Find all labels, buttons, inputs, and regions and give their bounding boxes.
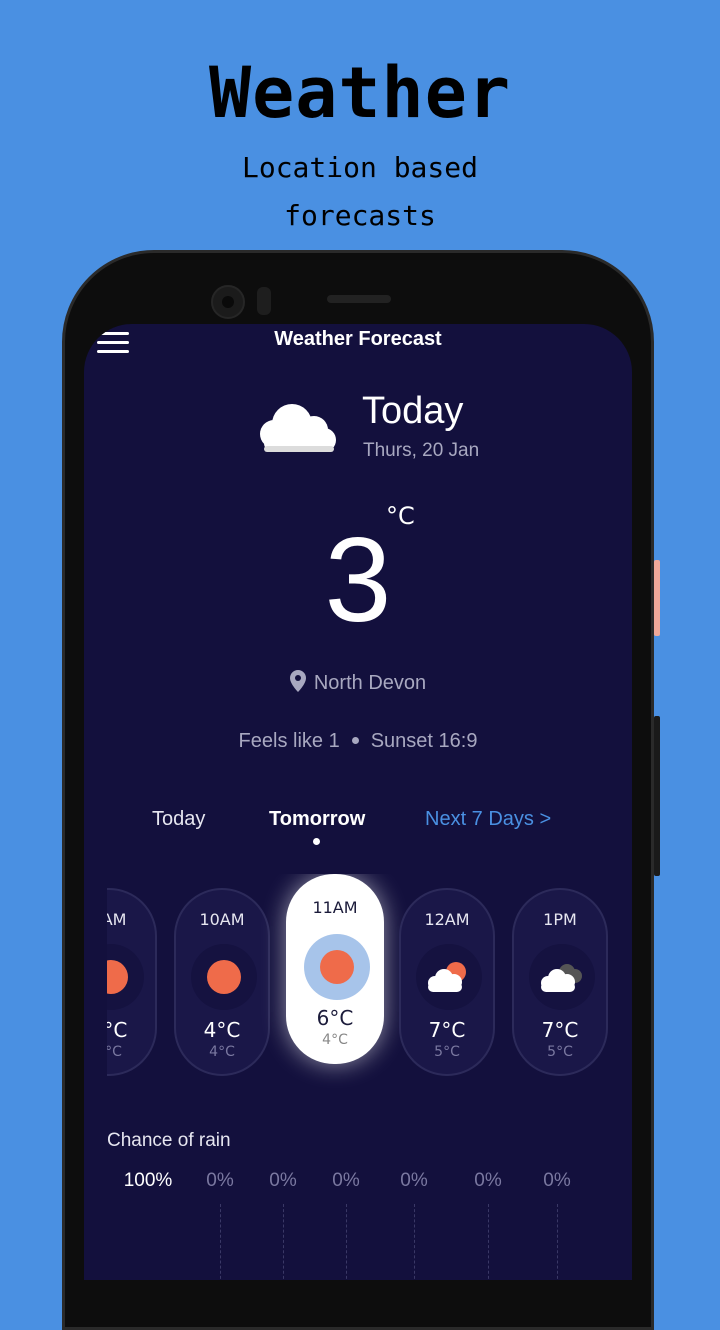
hour-temp: 4°C xyxy=(203,1018,241,1042)
chance-of-rain-title: Chance of rain xyxy=(107,1130,231,1151)
separator-dot xyxy=(351,737,359,744)
date-label: Thurs, 20 Jan xyxy=(363,440,480,461)
earpiece-speaker xyxy=(327,295,391,303)
hour-card[interactable]: 1PM 7°C 5°C xyxy=(512,888,608,1076)
rain-gridline xyxy=(557,1204,558,1280)
hour-temp: 5°C xyxy=(107,1018,128,1042)
hour-time: 1PM xyxy=(543,910,577,929)
sun-icon xyxy=(191,944,257,1010)
feels-like: Feels like 1 xyxy=(238,730,340,752)
hour-temp: 7°C xyxy=(541,1018,579,1042)
rain-gridline xyxy=(283,1204,284,1280)
rain-value: 100% xyxy=(123,1170,173,1191)
app-screen: Weather Forecast Today Thurs, 20 Jan 3 °… xyxy=(84,324,632,1280)
location-label: North Devon xyxy=(313,672,427,694)
hour-temp: 7°C xyxy=(428,1018,466,1042)
sun-icon xyxy=(107,944,144,1010)
current-temperature: 3 xyxy=(324,513,392,647)
hour-card[interactable]: 10AM 4°C 4°C xyxy=(174,888,270,1076)
day-label: Today xyxy=(362,390,464,432)
partly-cloudy-icon xyxy=(416,944,482,1010)
promo-subtitle: Location based forecasts xyxy=(241,151,478,232)
rain-gridline xyxy=(220,1204,221,1280)
proximity-sensor xyxy=(257,287,271,315)
power-button[interactable] xyxy=(654,560,660,636)
tab-today[interactable]: Today xyxy=(152,808,205,831)
promo-title: Weather xyxy=(208,52,511,134)
temperature-unit: °C xyxy=(386,502,415,530)
sun-icon xyxy=(304,934,370,1000)
rain-gridline xyxy=(414,1204,415,1280)
hour-low-temp: 5°C xyxy=(107,1044,122,1060)
hour-temp: 6°C xyxy=(316,1006,354,1030)
rain-value: 0% xyxy=(400,1170,428,1191)
cloud-icon xyxy=(254,398,338,458)
rain-value: 0% xyxy=(543,1170,571,1191)
app-title: Weather Forecast xyxy=(274,328,442,350)
hour-time: 10AM xyxy=(199,910,245,929)
tab-tomorrow[interactable]: Tomorrow xyxy=(269,808,365,831)
hour-low-temp: 5°C xyxy=(434,1044,460,1060)
rain-value: 0% xyxy=(474,1170,502,1191)
feels-sunset-row: Feels like 1 Sunset 16:9 xyxy=(84,730,632,753)
selected-tab-indicator xyxy=(313,838,320,845)
rain-gridline xyxy=(488,1204,489,1280)
hour-low-temp: 4°C xyxy=(322,1032,348,1048)
sunset-time: Sunset 16:9 xyxy=(370,730,478,752)
hour-low-temp: 5°C xyxy=(547,1044,573,1060)
front-camera xyxy=(211,285,245,319)
tab-next-7-days[interactable]: Next 7 Days > xyxy=(425,808,551,831)
hour-card[interactable]: 9AM 5°C 5°C xyxy=(107,888,157,1076)
location[interactable]: North Devon xyxy=(84,670,632,695)
rain-value: 0% xyxy=(332,1170,360,1191)
hour-time: 9AM xyxy=(107,910,127,929)
cloudy-icon xyxy=(529,944,595,1010)
location-pin-icon xyxy=(289,670,306,692)
rain-value: 0% xyxy=(206,1170,234,1191)
volume-button[interactable] xyxy=(654,716,660,876)
hour-card[interactable]: 12AM 7°C 5°C xyxy=(399,888,495,1076)
rain-gridline xyxy=(346,1204,347,1280)
rain-value: 0% xyxy=(269,1170,297,1191)
hour-time: 12AM xyxy=(424,910,470,929)
hour-time: 11AM xyxy=(312,898,358,917)
hourly-forecast-carousel[interactable]: 9AM 5°C 5°C 10AM 4°C 4°C 11AM 6°C 4°C 12… xyxy=(107,874,627,1094)
hour-card-selected[interactable]: 11AM 6°C 4°C xyxy=(286,874,384,1064)
hour-low-temp: 4°C xyxy=(209,1044,235,1060)
